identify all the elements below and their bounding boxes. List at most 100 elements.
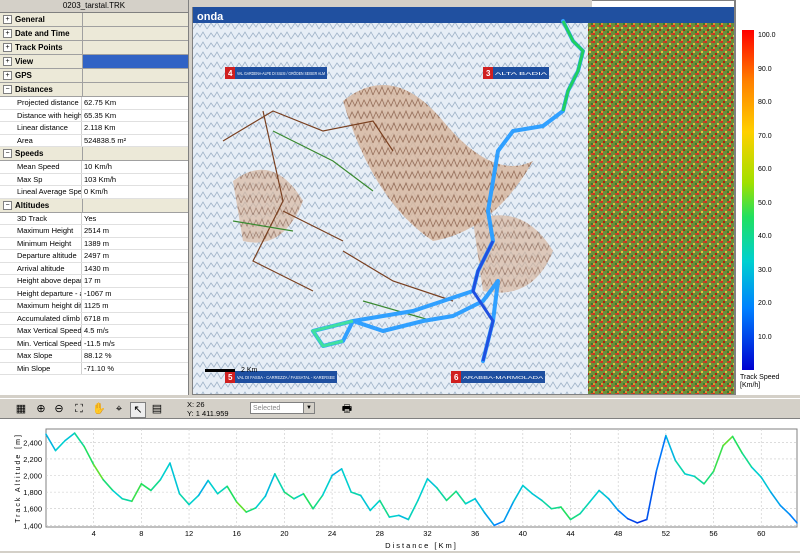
property-label: Distance with height	[0, 109, 82, 121]
property-row[interactable]: Height departure - arr -1067 m	[0, 287, 188, 300]
selection-dropdown[interactable]: Selected ▼	[250, 402, 315, 414]
property-row[interactable]: Max Vertical Speed 4.5 m/s	[0, 325, 188, 338]
property-value: 10 Km/h	[84, 162, 112, 171]
property-row[interactable]: Min Slope -71.10 %	[0, 362, 188, 375]
property-row[interactable]: Lineal Average Spee 0 Km/h	[0, 186, 188, 199]
property-row[interactable]: Max Sp 103 Km/h	[0, 173, 188, 186]
zoom-out-icon[interactable]: ⊖	[52, 402, 66, 416]
map-canvas[interactable]: onda 4 VAL GARDENA-ALPE DI SIUSI / GRÖDEN…	[193, 1, 734, 394]
zoom-fit-icon[interactable]: ⌖	[112, 402, 126, 416]
property-label: Maximum Height	[0, 225, 82, 237]
map-callout: 4 VAL GARDENA-ALPE DI SIUSI / GRÖDEN SEIS…	[225, 67, 327, 79]
section-value	[83, 27, 188, 40]
section-value	[83, 83, 188, 96]
section-header[interactable]: − Speeds	[0, 147, 83, 160]
property-row[interactable]: Max Slope 88.12 %	[0, 350, 188, 363]
chart-options-icon[interactable]: ▤	[150, 402, 164, 416]
property-row[interactable]: Min. Vertical Speed -11.5 m/s	[0, 337, 188, 350]
property-row[interactable]: Accumulated climb 6718 m	[0, 312, 188, 325]
x-tick-label: 48	[614, 529, 622, 538]
property-label: Projected distance	[0, 97, 82, 109]
section-value	[83, 69, 188, 82]
property-row[interactable]: Area 524838.5 m²	[0, 134, 188, 147]
expand-icon[interactable]: +	[3, 29, 12, 38]
graph-view-icon[interactable]: ▦	[14, 402, 28, 416]
section-header[interactable]: + General	[0, 13, 83, 26]
section-header[interactable]: + GPS	[0, 69, 83, 82]
section-header[interactable]: + Date and Time	[0, 27, 83, 40]
property-label: Minimum Height	[0, 237, 82, 249]
section-general[interactable]: + General	[0, 13, 188, 27]
property-row[interactable]: Minimum Height 1389 m	[0, 237, 188, 250]
property-row[interactable]: Linear distance 2.118 Km	[0, 122, 188, 135]
collapse-icon[interactable]: −	[3, 200, 12, 210]
x-tick-label: 16	[233, 529, 241, 538]
property-row[interactable]: Distance with height 65.35 Km	[0, 109, 188, 122]
x-tick-label: 8	[139, 529, 143, 538]
section-view[interactable]: + View	[0, 55, 188, 69]
zoom-in-icon[interactable]: ⊕	[34, 402, 48, 416]
section-date-and-time[interactable]: + Date and Time	[0, 27, 188, 41]
section-label: General	[15, 15, 45, 24]
section-track-points[interactable]: + Track Points	[0, 41, 188, 55]
print-icon[interactable]: 🖶	[340, 402, 354, 416]
property-row[interactable]: Projected distance 62.75 Km	[0, 97, 188, 110]
property-label: Maximum height diffe	[0, 300, 82, 312]
section-gps[interactable]: + GPS	[0, 69, 188, 83]
property-row[interactable]: Maximum Height 2514 m	[0, 225, 188, 238]
property-value: 62.75 Km	[84, 98, 117, 107]
map-view[interactable]: onda 4 VAL GARDENA-ALPE DI SIUSI / GRÖDEN…	[192, 0, 735, 395]
cursor-icon[interactable]: ↖	[130, 402, 146, 418]
expand-icon[interactable]: +	[3, 15, 12, 24]
section-distances[interactable]: − Distances	[0, 83, 188, 97]
section-value	[83, 55, 188, 68]
property-label: Departure altitude	[0, 250, 82, 262]
property-value: 1430 m	[84, 263, 110, 273]
section-header[interactable]: − Distances	[0, 83, 83, 96]
section-value	[83, 13, 188, 26]
section-header[interactable]: + View	[0, 55, 83, 68]
property-row[interactable]: 3D Track Yes	[0, 212, 188, 225]
x-tick-label: 52	[662, 529, 670, 538]
legend-tick: 50.0	[758, 199, 772, 207]
property-value: 4.5 m/s	[84, 326, 109, 335]
x-axis-label: Distance [Km]	[385, 541, 458, 550]
altitude-profile-panel[interactable]: 1,400 1,600 1,800 2,000 2,200 2,400 4 8 12 16 20 24…	[0, 418, 800, 551]
property-row[interactable]: Maximum height diffe 1125 m	[0, 300, 188, 313]
legend-tick: 70.0	[758, 132, 772, 140]
property-row[interactable]: Height above depart 17 m	[0, 275, 188, 288]
x-tick-label: 56	[709, 529, 717, 538]
section-label: Altitudes	[15, 200, 50, 210]
map-callout: 3 ALTA BADIA	[483, 67, 549, 79]
property-label: Min Slope	[0, 362, 82, 374]
zoom-window-icon[interactable]: ⛶	[72, 402, 86, 416]
section-altitudes[interactable]: − Altitudes	[0, 198, 188, 213]
y-tick-label: 2,400	[23, 438, 42, 447]
callout-number: 6	[454, 373, 459, 382]
property-label: Linear distance	[0, 122, 82, 134]
altitude-chart[interactable]: 1,4001,6001,8002,0002,2002,4004 8 12 16 20 24…	[0, 419, 800, 551]
section-speeds[interactable]: − Speeds	[0, 147, 188, 161]
expand-icon[interactable]: +	[3, 71, 12, 80]
chevron-down-icon[interactable]: ▼	[303, 403, 314, 413]
expand-icon[interactable]: +	[3, 57, 12, 66]
pan-hand-icon[interactable]: ✋	[92, 402, 106, 416]
property-row[interactable]: Departure altitude 2497 m	[0, 250, 188, 263]
collapse-icon[interactable]: −	[3, 149, 12, 158]
cursor-x: X: 26	[187, 400, 205, 409]
legend-tick: 60.0	[758, 166, 772, 173]
callout-number: 4	[228, 69, 233, 78]
collapse-icon[interactable]: −	[3, 85, 12, 94]
property-value: 2514 m	[84, 226, 110, 235]
property-row[interactable]: Mean Speed 10 Km/h	[0, 161, 188, 174]
section-label: Speeds	[15, 149, 44, 158]
property-value: 17 m	[84, 276, 101, 285]
section-header[interactable]: + Track Points	[0, 41, 83, 54]
section-header[interactable]: − Altitudes	[0, 198, 83, 212]
property-row[interactable]: Arrival altitude 1430 m	[0, 262, 188, 275]
expand-icon[interactable]: +	[3, 43, 12, 52]
legend-tick: 40.0	[758, 233, 772, 240]
callout-text: VAL DI FASSA - CARREZZA / FASSATAL - KAR…	[237, 375, 335, 380]
property-label: 3D Track	[0, 212, 82, 224]
legend-tick: 30.0	[758, 266, 772, 274]
